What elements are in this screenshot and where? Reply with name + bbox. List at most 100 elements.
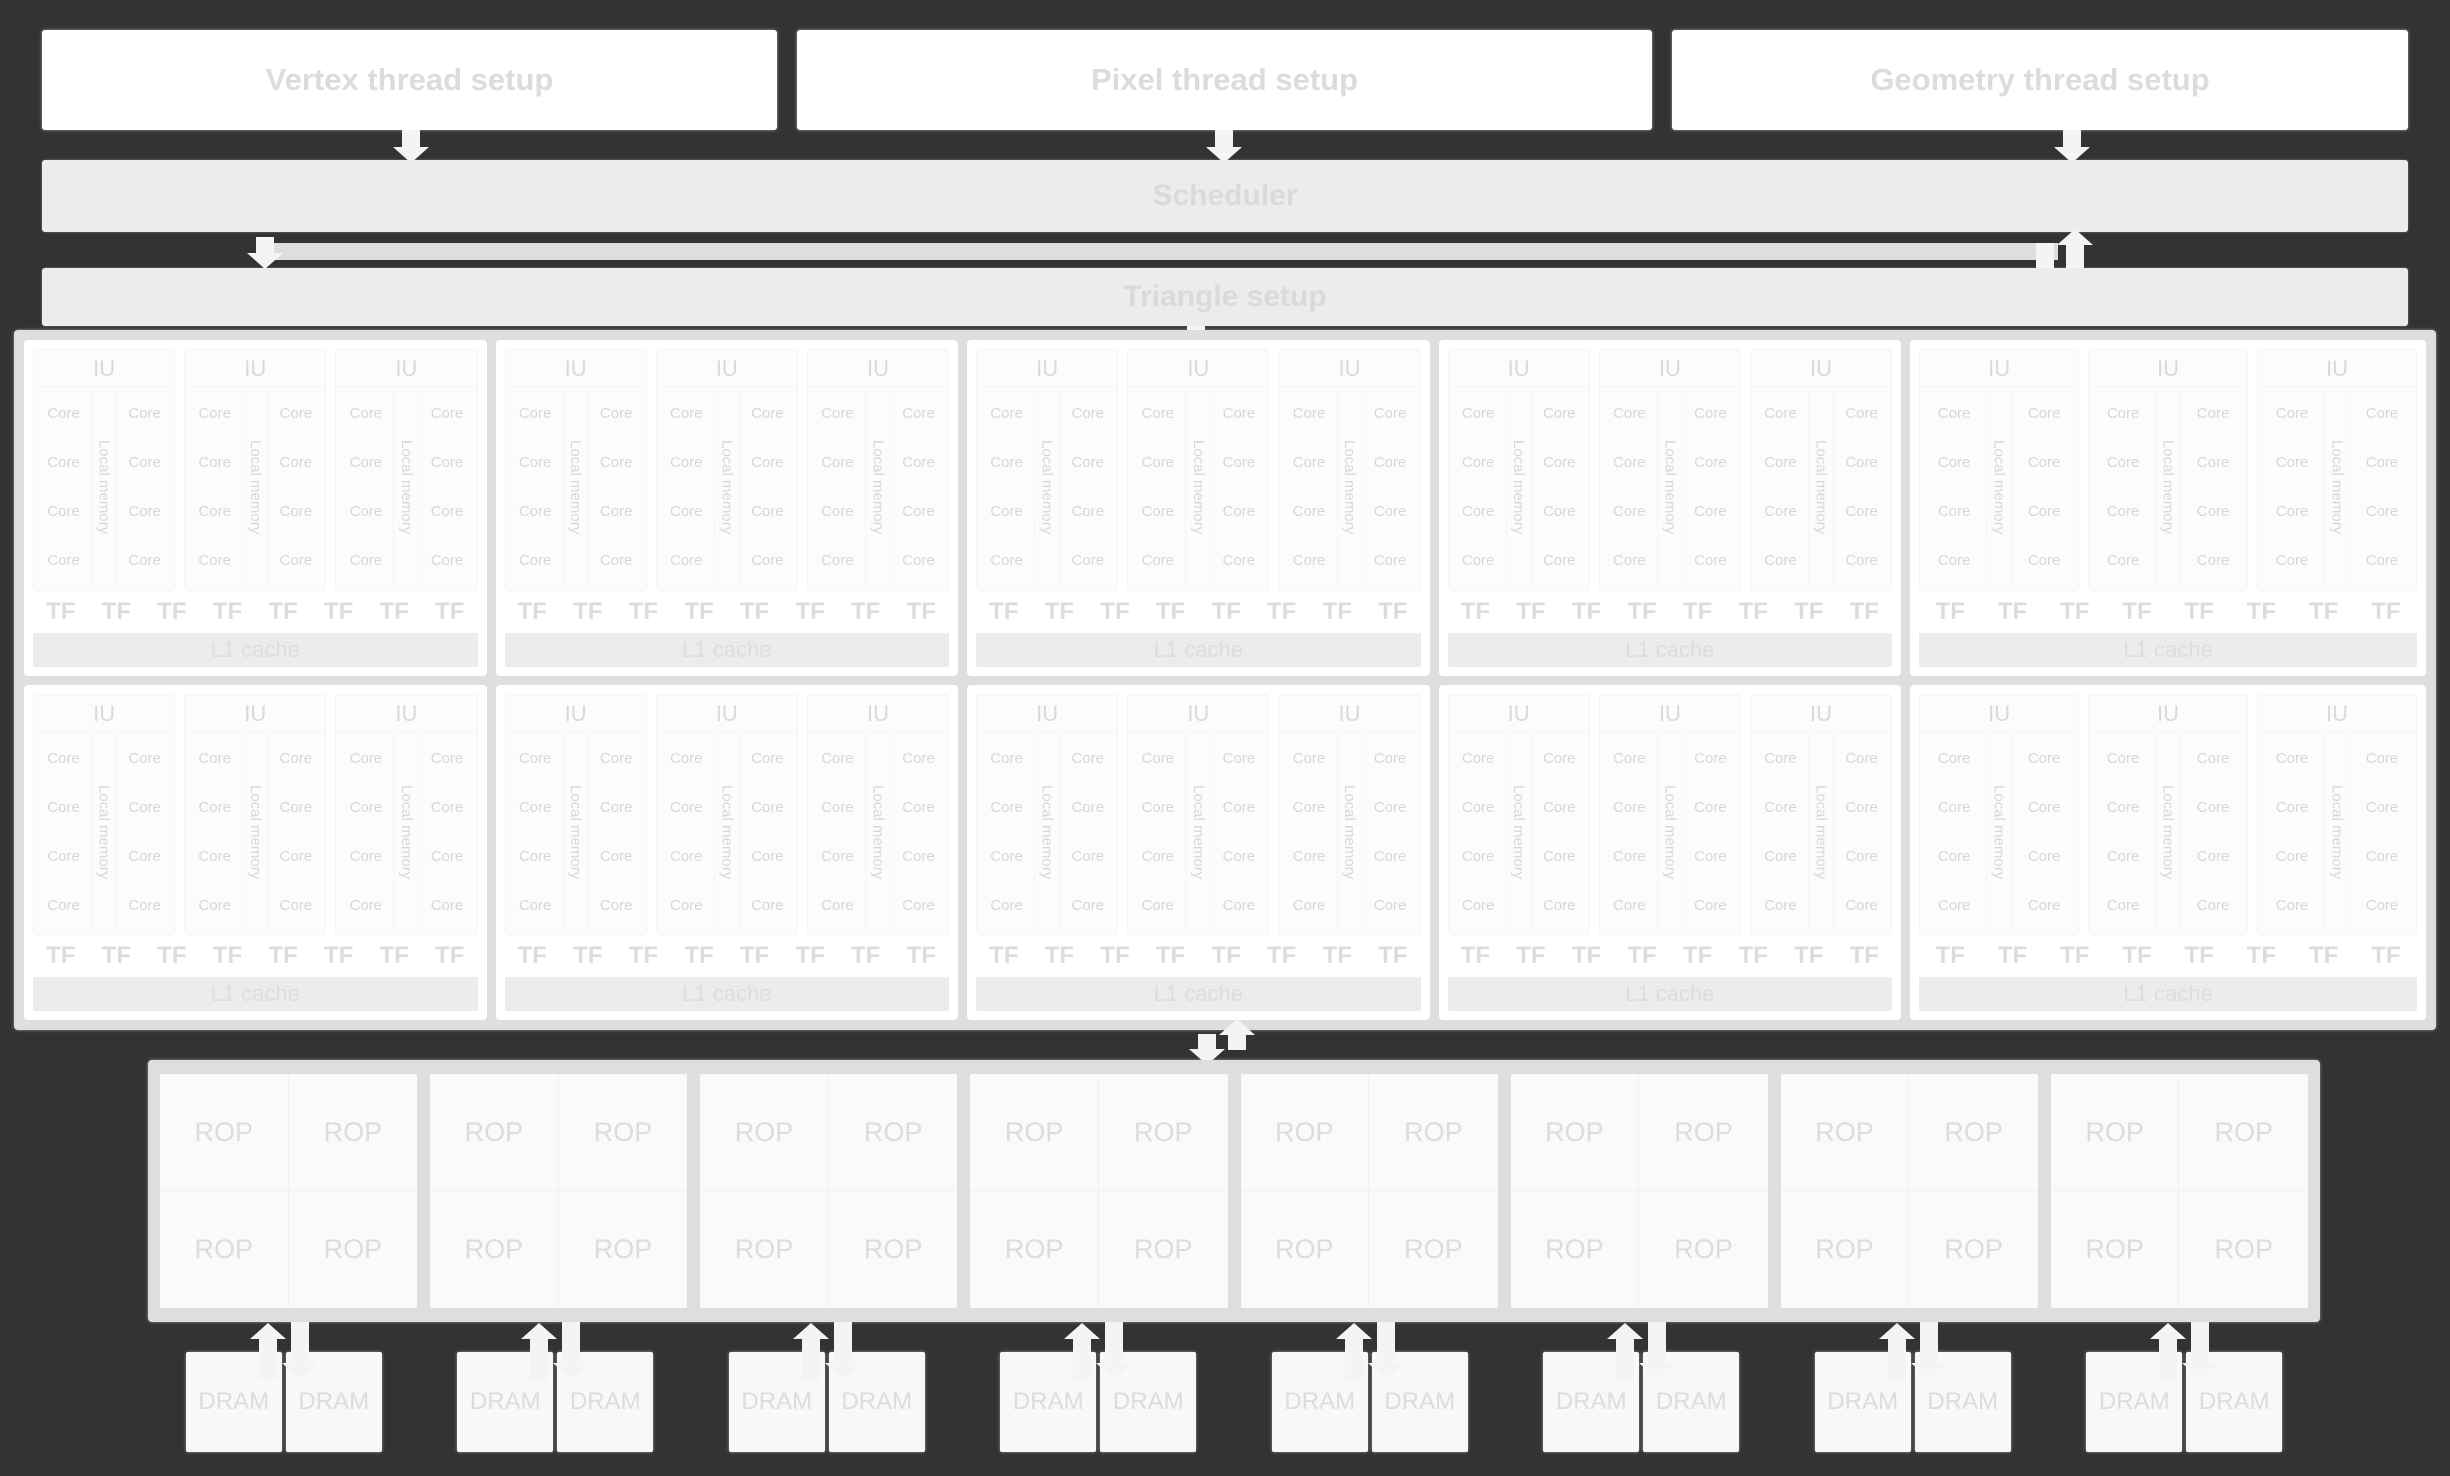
tf-unit[interactable]: TF bbox=[684, 598, 713, 626]
core-cell[interactable]: Core bbox=[519, 504, 552, 519]
streaming-multiprocessor[interactable]: IU Core Core Core Core Local memory Core Core Co… bbox=[495, 340, 959, 676]
core-cell[interactable]: Core bbox=[2197, 800, 2230, 815]
tf-unit[interactable]: TF bbox=[518, 942, 547, 970]
local-memory-block[interactable]: Local memory bbox=[393, 389, 420, 586]
core-cell[interactable]: Core bbox=[280, 751, 313, 766]
tf-unit[interactable]: TF bbox=[907, 942, 936, 970]
l1-cache[interactable]: L1 cache bbox=[1447, 977, 1893, 1011]
local-memory-block[interactable]: Local memory bbox=[242, 389, 269, 586]
core-cell[interactable]: Core bbox=[1845, 898, 1878, 913]
core-cell[interactable]: Core bbox=[1142, 898, 1175, 913]
tf-unit[interactable]: TF bbox=[1794, 598, 1823, 626]
core-cell[interactable]: Core bbox=[431, 849, 464, 864]
local-memory-block[interactable]: Local memory bbox=[1336, 389, 1363, 586]
rop-cell[interactable]: ROP bbox=[160, 1074, 289, 1191]
core-cell[interactable]: Core bbox=[821, 504, 854, 519]
core-cell[interactable]: Core bbox=[128, 455, 161, 470]
iu-block[interactable]: IU Core Core Core Core Local memory Core Core Co… bbox=[655, 349, 798, 591]
core-cell[interactable]: Core bbox=[751, 504, 784, 519]
core-cell[interactable]: Core bbox=[1764, 898, 1797, 913]
local-memory-block[interactable]: Local memory bbox=[864, 733, 891, 930]
core-cell[interactable]: Core bbox=[1071, 751, 1104, 766]
rop-cell[interactable]: ROP bbox=[2179, 1074, 2308, 1191]
l1-cache[interactable]: L1 cache bbox=[1447, 632, 1893, 667]
iu-block[interactable]: IU Core Core Core Core Local memory Core Core Co… bbox=[976, 349, 1119, 591]
iu-block[interactable]: IU Core Core Core Core Local memory Core Core Co… bbox=[33, 349, 176, 591]
core-cell[interactable]: Core bbox=[821, 849, 854, 864]
core-cell[interactable]: Core bbox=[902, 553, 935, 568]
rop-cell[interactable]: ROP bbox=[1369, 1191, 1498, 1308]
core-cell[interactable]: Core bbox=[2197, 553, 2230, 568]
tf-unit[interactable]: TF bbox=[989, 942, 1018, 970]
tf-unit[interactable]: TF bbox=[573, 942, 602, 970]
streaming-multiprocessor[interactable]: IU Core Core Core Core Local memory Core Core Co… bbox=[1910, 684, 2426, 1020]
core-cell[interactable]: Core bbox=[1764, 751, 1797, 766]
streaming-multiprocessor[interactable]: IU Core Core Core Core Local memory Core Core Co… bbox=[967, 684, 1430, 1020]
core-cell[interactable]: Core bbox=[1071, 800, 1104, 815]
core-cell[interactable]: Core bbox=[1223, 849, 1256, 864]
tf-unit[interactable]: TF bbox=[102, 942, 131, 970]
core-cell[interactable]: Core bbox=[47, 898, 80, 913]
core-cell[interactable]: Core bbox=[1543, 553, 1576, 568]
core-cell[interactable]: Core bbox=[350, 455, 383, 470]
iu-block[interactable]: IU Core Core Core Core Local memory Core Core Co… bbox=[1447, 349, 1590, 591]
core-cell[interactable]: Core bbox=[1764, 504, 1797, 519]
core-cell[interactable]: Core bbox=[1845, 455, 1878, 470]
core-cell[interactable]: Core bbox=[2028, 898, 2061, 913]
core-cell[interactable]: Core bbox=[821, 800, 854, 815]
core-cell[interactable]: Core bbox=[1293, 553, 1326, 568]
rop-cell[interactable]: ROP bbox=[1780, 1074, 1910, 1191]
core-cell[interactable]: Core bbox=[2276, 800, 2309, 815]
core-cell[interactable]: Core bbox=[1223, 898, 1256, 913]
streaming-multiprocessor[interactable]: IU Core Core Core Core Local memory Core Core Co… bbox=[24, 340, 487, 676]
local-memory-block[interactable]: Local memory bbox=[242, 733, 269, 930]
core-cell[interactable]: Core bbox=[1938, 800, 1971, 815]
tf-unit[interactable]: TF bbox=[2247, 942, 2276, 970]
tf-unit[interactable]: TF bbox=[1998, 598, 2027, 626]
core-cell[interactable]: Core bbox=[2276, 553, 2309, 568]
core-cell[interactable]: Core bbox=[2276, 751, 2309, 766]
core-cell[interactable]: Core bbox=[600, 455, 633, 470]
core-cell[interactable]: Core bbox=[1845, 751, 1878, 766]
core-cell[interactable]: Core bbox=[128, 553, 161, 568]
core-cell[interactable]: Core bbox=[670, 751, 703, 766]
core-cell[interactable]: Core bbox=[2366, 800, 2399, 815]
core-cell[interactable]: Core bbox=[1462, 455, 1495, 470]
rop-cell[interactable]: ROP bbox=[289, 1191, 418, 1308]
core-cell[interactable]: Core bbox=[902, 455, 935, 470]
tf-unit[interactable]: TF bbox=[213, 942, 242, 970]
core-cell[interactable]: Core bbox=[519, 553, 552, 568]
core-cell[interactable]: Core bbox=[1938, 406, 1971, 421]
tf-unit[interactable]: TF bbox=[1156, 598, 1185, 626]
tf-unit[interactable]: TF bbox=[684, 942, 713, 970]
core-cell[interactable]: Core bbox=[280, 800, 313, 815]
core-cell[interactable]: Core bbox=[1071, 406, 1104, 421]
core-cell[interactable]: Core bbox=[1071, 898, 1104, 913]
tf-unit[interactable]: TF bbox=[1627, 598, 1656, 626]
core-cell[interactable]: Core bbox=[821, 898, 854, 913]
core-cell[interactable]: Core bbox=[670, 553, 703, 568]
iu-block[interactable]: IU Core Core Core Core Local memory Core Core Co… bbox=[2088, 349, 2249, 591]
iu-block[interactable]: IU Core Core Core Core Local memory Core Core Co… bbox=[1598, 693, 1741, 935]
core-cell[interactable]: Core bbox=[128, 751, 161, 766]
core-cell[interactable]: Core bbox=[519, 898, 552, 913]
core-cell[interactable]: Core bbox=[990, 406, 1023, 421]
core-cell[interactable]: Core bbox=[751, 751, 784, 766]
tf-unit[interactable]: TF bbox=[1739, 942, 1768, 970]
core-cell[interactable]: Core bbox=[1071, 849, 1104, 864]
core-cell[interactable]: Core bbox=[128, 800, 161, 815]
streaming-multiprocessor[interactable]: IU Core Core Core Core Local memory Core Core Co… bbox=[24, 684, 487, 1020]
iu-block[interactable]: IU Core Core Core Core Local memory Core Core Co… bbox=[2257, 693, 2417, 935]
tf-unit[interactable]: TF bbox=[1936, 942, 1965, 970]
core-cell[interactable]: Core bbox=[2366, 455, 2399, 470]
pixel-thread-setup-box[interactable]: Pixel thread setup bbox=[797, 30, 1652, 130]
core-cell[interactable]: Core bbox=[670, 898, 703, 913]
core-cell[interactable]: Core bbox=[2366, 898, 2399, 913]
core-cell[interactable]: Core bbox=[47, 800, 80, 815]
rop-cell[interactable]: ROP bbox=[1909, 1074, 2038, 1191]
l1-cache[interactable]: L1 cache bbox=[504, 632, 950, 667]
l1-cache[interactable]: L1 cache bbox=[1919, 977, 2417, 1011]
core-cell[interactable]: Core bbox=[198, 504, 231, 519]
core-cell[interactable]: Core bbox=[350, 553, 383, 568]
core-cell[interactable]: Core bbox=[2276, 898, 2309, 913]
